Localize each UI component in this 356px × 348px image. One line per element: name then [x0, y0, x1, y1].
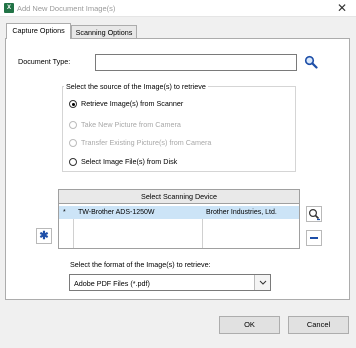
- grid-header: Select Scanning Device: [59, 190, 299, 204]
- format-select[interactable]: Adobe PDF Files (*.pdf): [69, 274, 271, 291]
- radio-disk[interactable]: [69, 158, 77, 166]
- radio-disk-label[interactable]: Select Image File(s) from Disk: [81, 157, 177, 167]
- add-device-button[interactable]: ✱: [36, 228, 52, 244]
- device-manufacturer-cell[interactable]: Brother Industries, Ltd.: [206, 207, 277, 218]
- radio-scanner[interactable]: [69, 100, 77, 108]
- scanning-device-grid: Select Scanning Device: [58, 189, 300, 249]
- format-label: Select the format of the Image(s) to ret…: [70, 260, 211, 269]
- device-name-cell[interactable]: TW-Brother ADS-1250W: [78, 207, 155, 218]
- radio-camera-transfer-label: Transfer Existing Picture(s) from Camera: [81, 138, 212, 147]
- asterisk-icon: ✱: [39, 230, 49, 242]
- search-icon[interactable]: [304, 55, 318, 69]
- radio-camera-new: [69, 121, 77, 129]
- grid-column-divider: [73, 219, 74, 248]
- minus-icon: [310, 237, 318, 239]
- search-device-button[interactable]: [306, 206, 322, 222]
- radio-camera-transfer: [69, 139, 77, 147]
- source-group-legend: Select the source of the Image(s) to ret…: [64, 82, 208, 91]
- row-marker: *: [63, 209, 66, 216]
- radio-camera-new-label: Take New Picture from Camera: [81, 120, 181, 129]
- chevron-down-icon[interactable]: [254, 275, 270, 290]
- document-type-label: Document Type:: [18, 57, 71, 66]
- remove-device-button[interactable]: [306, 230, 322, 246]
- format-select-value: Adobe PDF Files (*.pdf): [74, 279, 150, 288]
- document-type-input[interactable]: [95, 54, 297, 71]
- grid-column-divider: [202, 219, 203, 248]
- magnifier-icon: [308, 208, 320, 221]
- radio-scanner-label[interactable]: Retrieve Image(s) from Scanner: [81, 99, 183, 109]
